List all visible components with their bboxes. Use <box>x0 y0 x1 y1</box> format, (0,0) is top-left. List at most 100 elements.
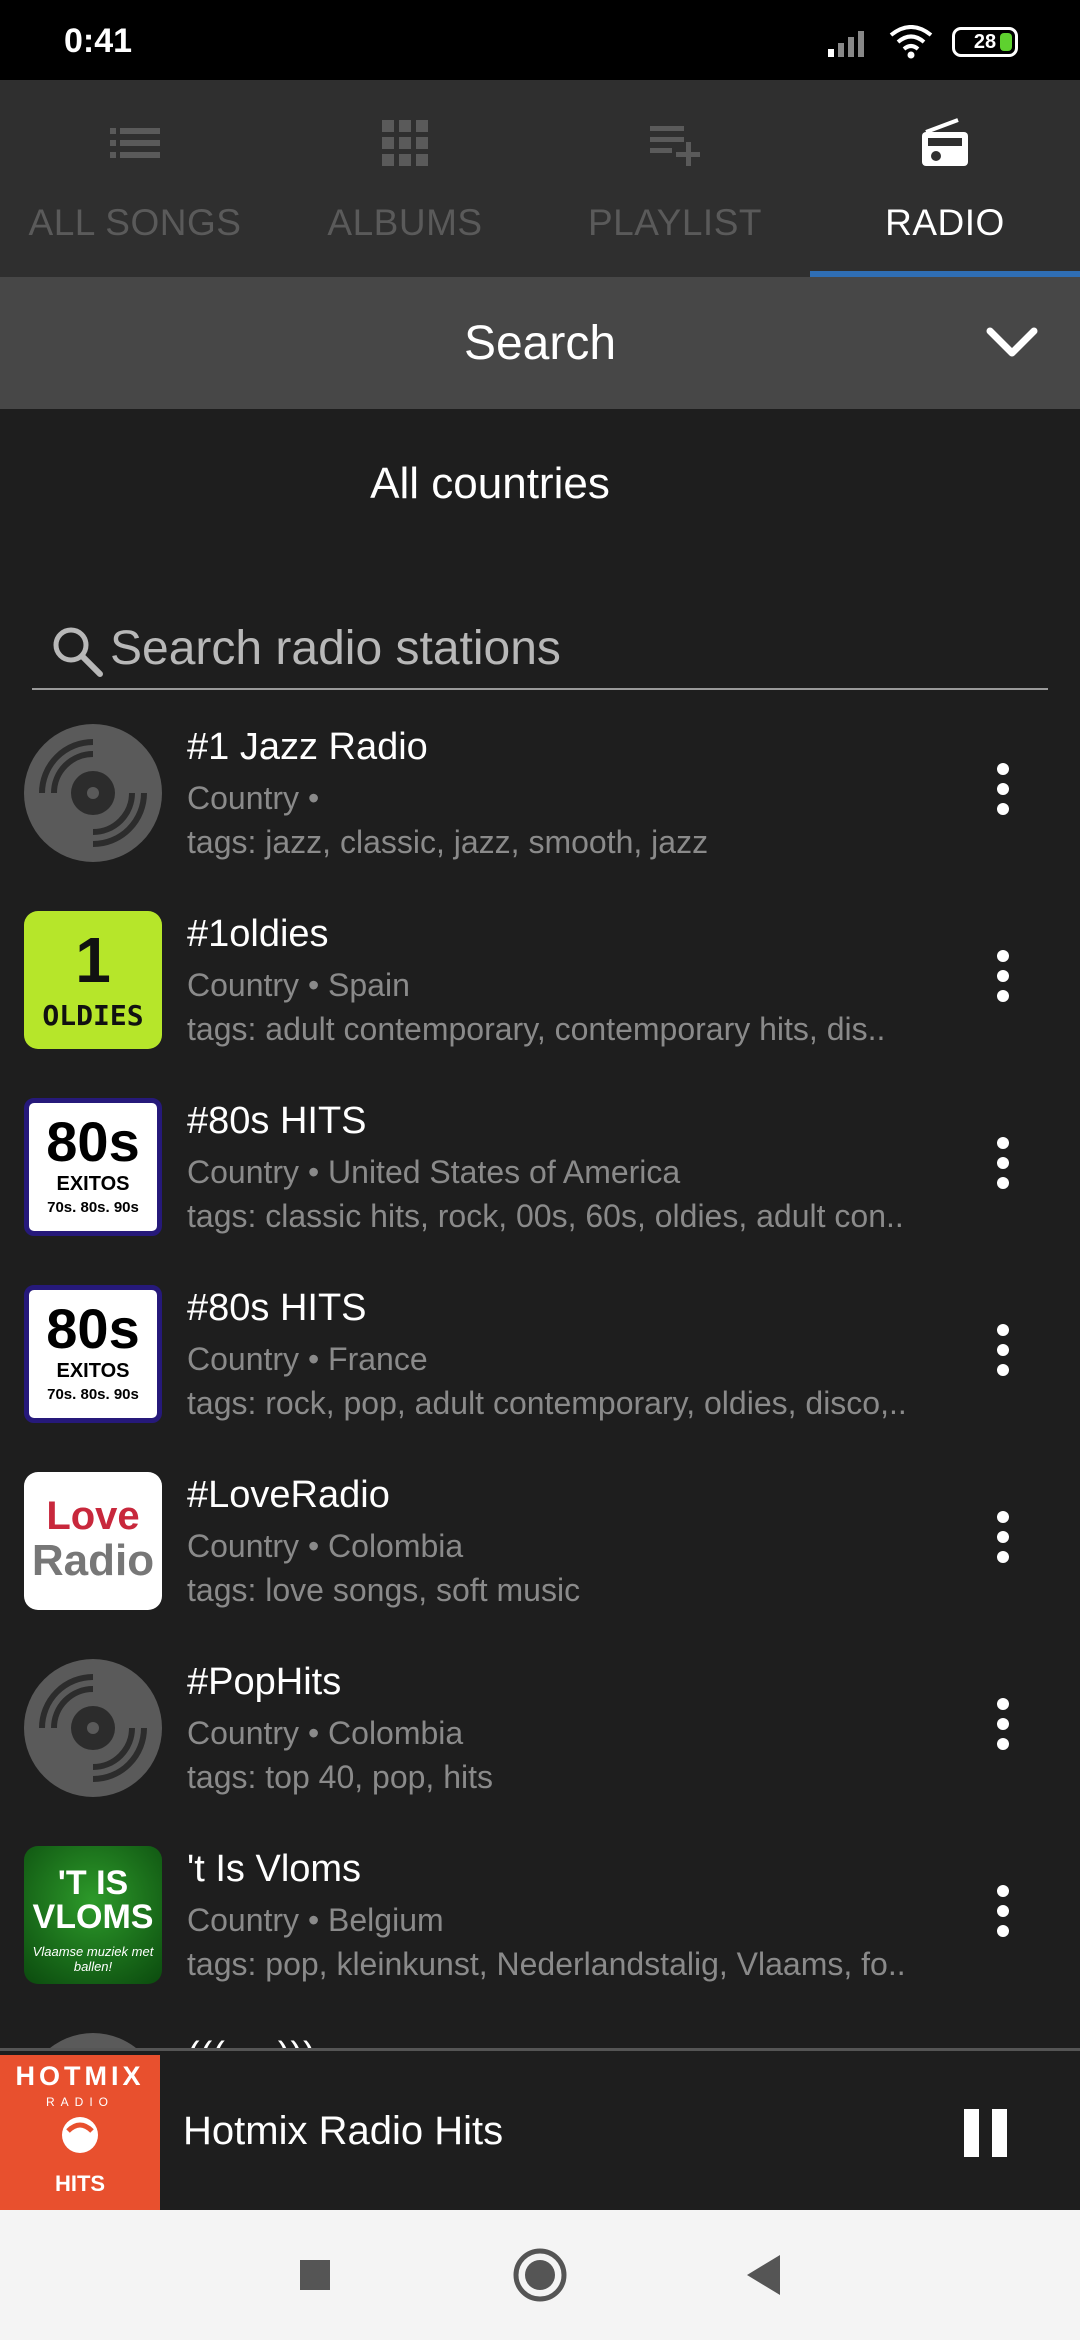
now-playing-bar[interactable]: HOTMIX RADIO HITS Hotmix Radio Hits <box>0 2048 1080 2213</box>
more-options-icon[interactable] <box>985 756 1021 830</box>
more-options-icon[interactable] <box>985 943 1021 1017</box>
station-name: ((( ... ))) <box>187 2035 316 2048</box>
more-options-icon[interactable] <box>985 1130 1021 1204</box>
wifi-icon <box>889 25 933 59</box>
list-item[interactable]: ((( ... ))) <box>0 2009 1080 2048</box>
artwork-text: 80s <box>46 1297 140 1360</box>
more-options-icon[interactable] <box>985 1691 1021 1765</box>
artwork-text: 70s. 80s. 90s <box>47 1386 139 1403</box>
artwork-text: RADIO <box>45 2095 114 2109</box>
more-options-icon[interactable] <box>985 1504 1021 1578</box>
battery-level: 28 <box>973 30 997 53</box>
now-playing-artwork: HOTMIX RADIO HITS <box>0 2055 160 2213</box>
station-name: #LoveRadio <box>187 1474 390 1516</box>
station-artwork: 80s EXITOS 70s. 80s. 90s <box>24 1285 162 1423</box>
station-artwork <box>24 1659 162 1797</box>
tab-radio[interactable]: RADIO <box>810 80 1080 277</box>
station-name: #PopHits <box>187 1661 342 1703</box>
more-options-icon[interactable] <box>985 1317 1021 1391</box>
radio-icon <box>922 118 968 166</box>
vinyl-icon <box>24 724 162 862</box>
station-tags: tags: top 40, pop, hits <box>187 1759 493 1795</box>
tab-bar: ALL SONGS ALBUMS PLAYLIST RADIO <box>0 80 1080 277</box>
station-name: #1oldies <box>187 913 329 955</box>
search-input[interactable] <box>110 610 1030 686</box>
system-navigation-bar <box>0 2210 1080 2340</box>
artwork-text: VLOMS <box>32 1898 154 1936</box>
list-item[interactable]: 80s EXITOS 70s. 80s. 90s #80s HITS Count… <box>0 1074 1080 1261</box>
tab-label: RADIO <box>885 202 1005 243</box>
station-name: #80s HITS <box>187 1287 367 1329</box>
station-artwork <box>24 724 162 862</box>
station-tags: tags: love songs, soft music <box>187 1572 581 1608</box>
station-country: Country • Spain <box>187 967 410 1003</box>
battery-indicator: 28 <box>952 27 1018 57</box>
artwork-text: 1 <box>75 924 111 996</box>
station-country: Country • France <box>187 1341 428 1377</box>
home-icon[interactable] <box>510 2245 570 2305</box>
pause-button[interactable] <box>962 2109 1012 2159</box>
station-tags: tags: adult contemporary, contemporary h… <box>187 1011 886 1047</box>
list-item[interactable]: 1 OLDIES #1oldies Country • Spain tags: … <box>0 887 1080 1074</box>
status-time: 0:41 <box>64 22 133 60</box>
station-name: #1 Jazz Radio <box>187 726 428 768</box>
tab-all-songs[interactable]: ALL SONGS <box>0 80 270 277</box>
artwork-text: 70s. 80s. 90s <box>47 1199 139 1216</box>
tab-albums[interactable]: ALBUMS <box>270 80 540 277</box>
tab-playlist[interactable]: PLAYLIST <box>540 80 810 277</box>
station-artwork: 'T IS VLOMS Vlaamse muziek met ballen! <box>24 1846 162 1984</box>
artwork-text: EXITOS <box>56 1173 130 1195</box>
station-country: Country • Colombia <box>187 1528 464 1564</box>
station-country: Country • <box>187 780 320 816</box>
list-item[interactable]: #1 Jazz Radio Country • tags: jazz, clas… <box>0 700 1080 887</box>
station-list[interactable]: #1 Jazz Radio Country • tags: jazz, clas… <box>0 700 1080 2048</box>
recent-apps-icon[interactable] <box>285 2245 345 2305</box>
artwork-text: Love <box>46 1494 140 1538</box>
chevron-down-icon[interactable] <box>984 315 1040 371</box>
station-search-field[interactable] <box>32 610 1048 690</box>
list-item[interactable]: 80s EXITOS 70s. 80s. 90s #80s HITS Count… <box>0 1261 1080 1448</box>
station-tags: tags: jazz, classic, jazz, smooth, jazz <box>187 824 709 860</box>
dropdown-arrow-icon <box>0 409 1080 559</box>
station-country: Country • Belgium <box>187 1902 444 1938</box>
station-tags: tags: classic hits, rock, 00s, 60s, oldi… <box>187 1198 904 1234</box>
station-artwork: 80s EXITOS 70s. 80s. 90s <box>24 1098 162 1236</box>
tab-label: ALL SONGS <box>28 202 242 243</box>
station-tags: tags: pop, kleinkunst, Nederlandstalig, … <box>187 1946 906 1982</box>
more-options-icon[interactable] <box>985 1878 1021 1952</box>
status-bar: 0:41 28 <box>0 0 1080 80</box>
vinyl-icon <box>24 1659 162 1797</box>
station-tags: tags: rock, pop, adult contemporary, old… <box>187 1385 907 1421</box>
station-artwork <box>24 2033 162 2048</box>
list-item[interactable]: 'T IS VLOMS Vlaamse muziek met ballen! '… <box>0 1822 1080 2009</box>
list-item[interactable]: #PopHits Country • Colombia tags: top 40… <box>0 1635 1080 1822</box>
tab-label: ALBUMS <box>327 202 483 243</box>
hotmix-logo-icon <box>62 2117 98 2153</box>
list-icon <box>110 128 160 158</box>
now-playing-title: Hotmix Radio Hits <box>183 2109 504 2153</box>
station-name: #80s HITS <box>187 1100 367 1142</box>
artwork-text: 80s <box>46 1110 140 1173</box>
grid-icon <box>382 120 428 166</box>
artwork-text: EXITOS <box>56 1360 130 1382</box>
station-name: 't Is Vloms <box>187 1848 362 1890</box>
playlist-add-icon <box>650 126 700 166</box>
artwork-text: HITS <box>54 2171 106 2196</box>
station-country: Country • United States of America <box>187 1154 681 1190</box>
tab-label: PLAYLIST <box>587 202 762 243</box>
vinyl-icon <box>50 2033 136 2048</box>
search-icon <box>53 627 103 677</box>
station-artwork: 1 OLDIES <box>24 911 162 1049</box>
artwork-text: HOTMIX <box>15 2061 145 2091</box>
search-panel-header[interactable]: Search <box>0 277 1080 409</box>
artwork-text: Radio <box>31 1536 155 1585</box>
search-panel-title: Search <box>463 316 617 370</box>
list-item[interactable]: Love Radio #LoveRadio Country • Colombia… <box>0 1448 1080 1635</box>
station-country: Country • Colombia <box>187 1715 464 1751</box>
artwork-text: OLDIES <box>42 999 144 1032</box>
signal-icon <box>828 31 864 57</box>
station-artwork: Love Radio <box>24 1472 162 1610</box>
back-icon[interactable] <box>735 2245 795 2305</box>
status-icons: 28 <box>826 22 1018 62</box>
artwork-text: Vlaamse muziek met ballen! <box>32 1944 154 1974</box>
